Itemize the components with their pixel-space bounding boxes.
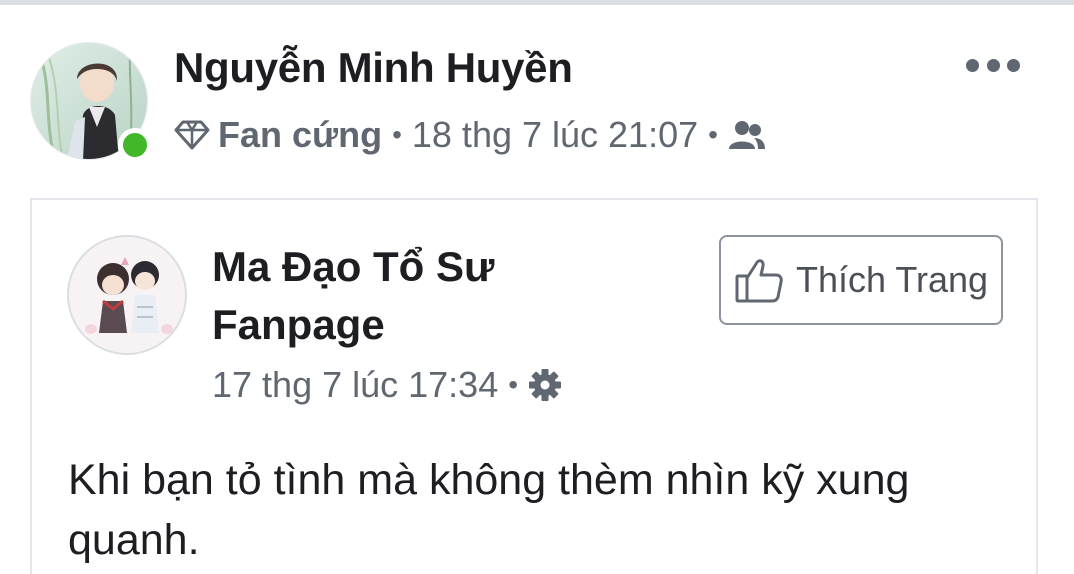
post-meta: Fan cứng • 18 thg 7 lúc 21:07 • (174, 112, 766, 158)
meta-separator: • (708, 119, 718, 150)
more-dot (966, 58, 979, 72)
shared-post-card[interactable]: Ma Đạo Tổ Sư Fanpage Thích Trang 17 thg … (30, 198, 1038, 574)
more-options-icon[interactable] (960, 50, 1026, 80)
diamond-icon (174, 120, 210, 150)
shared-post-text: Khi bạn tỏ tình mà không thèm nhìn kỹ xu… (68, 456, 910, 564)
poster-avatar[interactable] (30, 42, 152, 162)
like-page-button[interactable]: Thích Trang (719, 235, 1003, 325)
fan-badge[interactable]: Fan cứng (174, 114, 382, 156)
shared-post-timestamp[interactable]: 17 thg 7 lúc 17:34 (212, 364, 498, 406)
meta-separator: • (392, 119, 402, 150)
page-avatar[interactable] (67, 235, 187, 355)
more-dot (986, 58, 1000, 72)
page-name[interactable]: Ma Đạo Tổ Sư Fanpage (212, 238, 592, 354)
friends-icon[interactable] (728, 120, 766, 150)
meta-separator: • (508, 369, 519, 400)
like-page-label: Thích Trang (795, 259, 989, 300)
shared-post-meta: 17 thg 7 lúc 17:34 • (212, 362, 562, 408)
poster-name[interactable]: Nguyễn Minh Huyền (174, 44, 573, 92)
gear-icon[interactable] (528, 368, 562, 402)
more-dot (1007, 58, 1020, 72)
post-timestamp[interactable]: 18 thg 7 lúc 21:07 (412, 114, 698, 156)
online-status-indicator (118, 128, 152, 162)
top-divider (0, 0, 1074, 5)
thumbs-up-icon (735, 259, 783, 303)
fan-badge-label: Fan cứng (218, 114, 383, 155)
